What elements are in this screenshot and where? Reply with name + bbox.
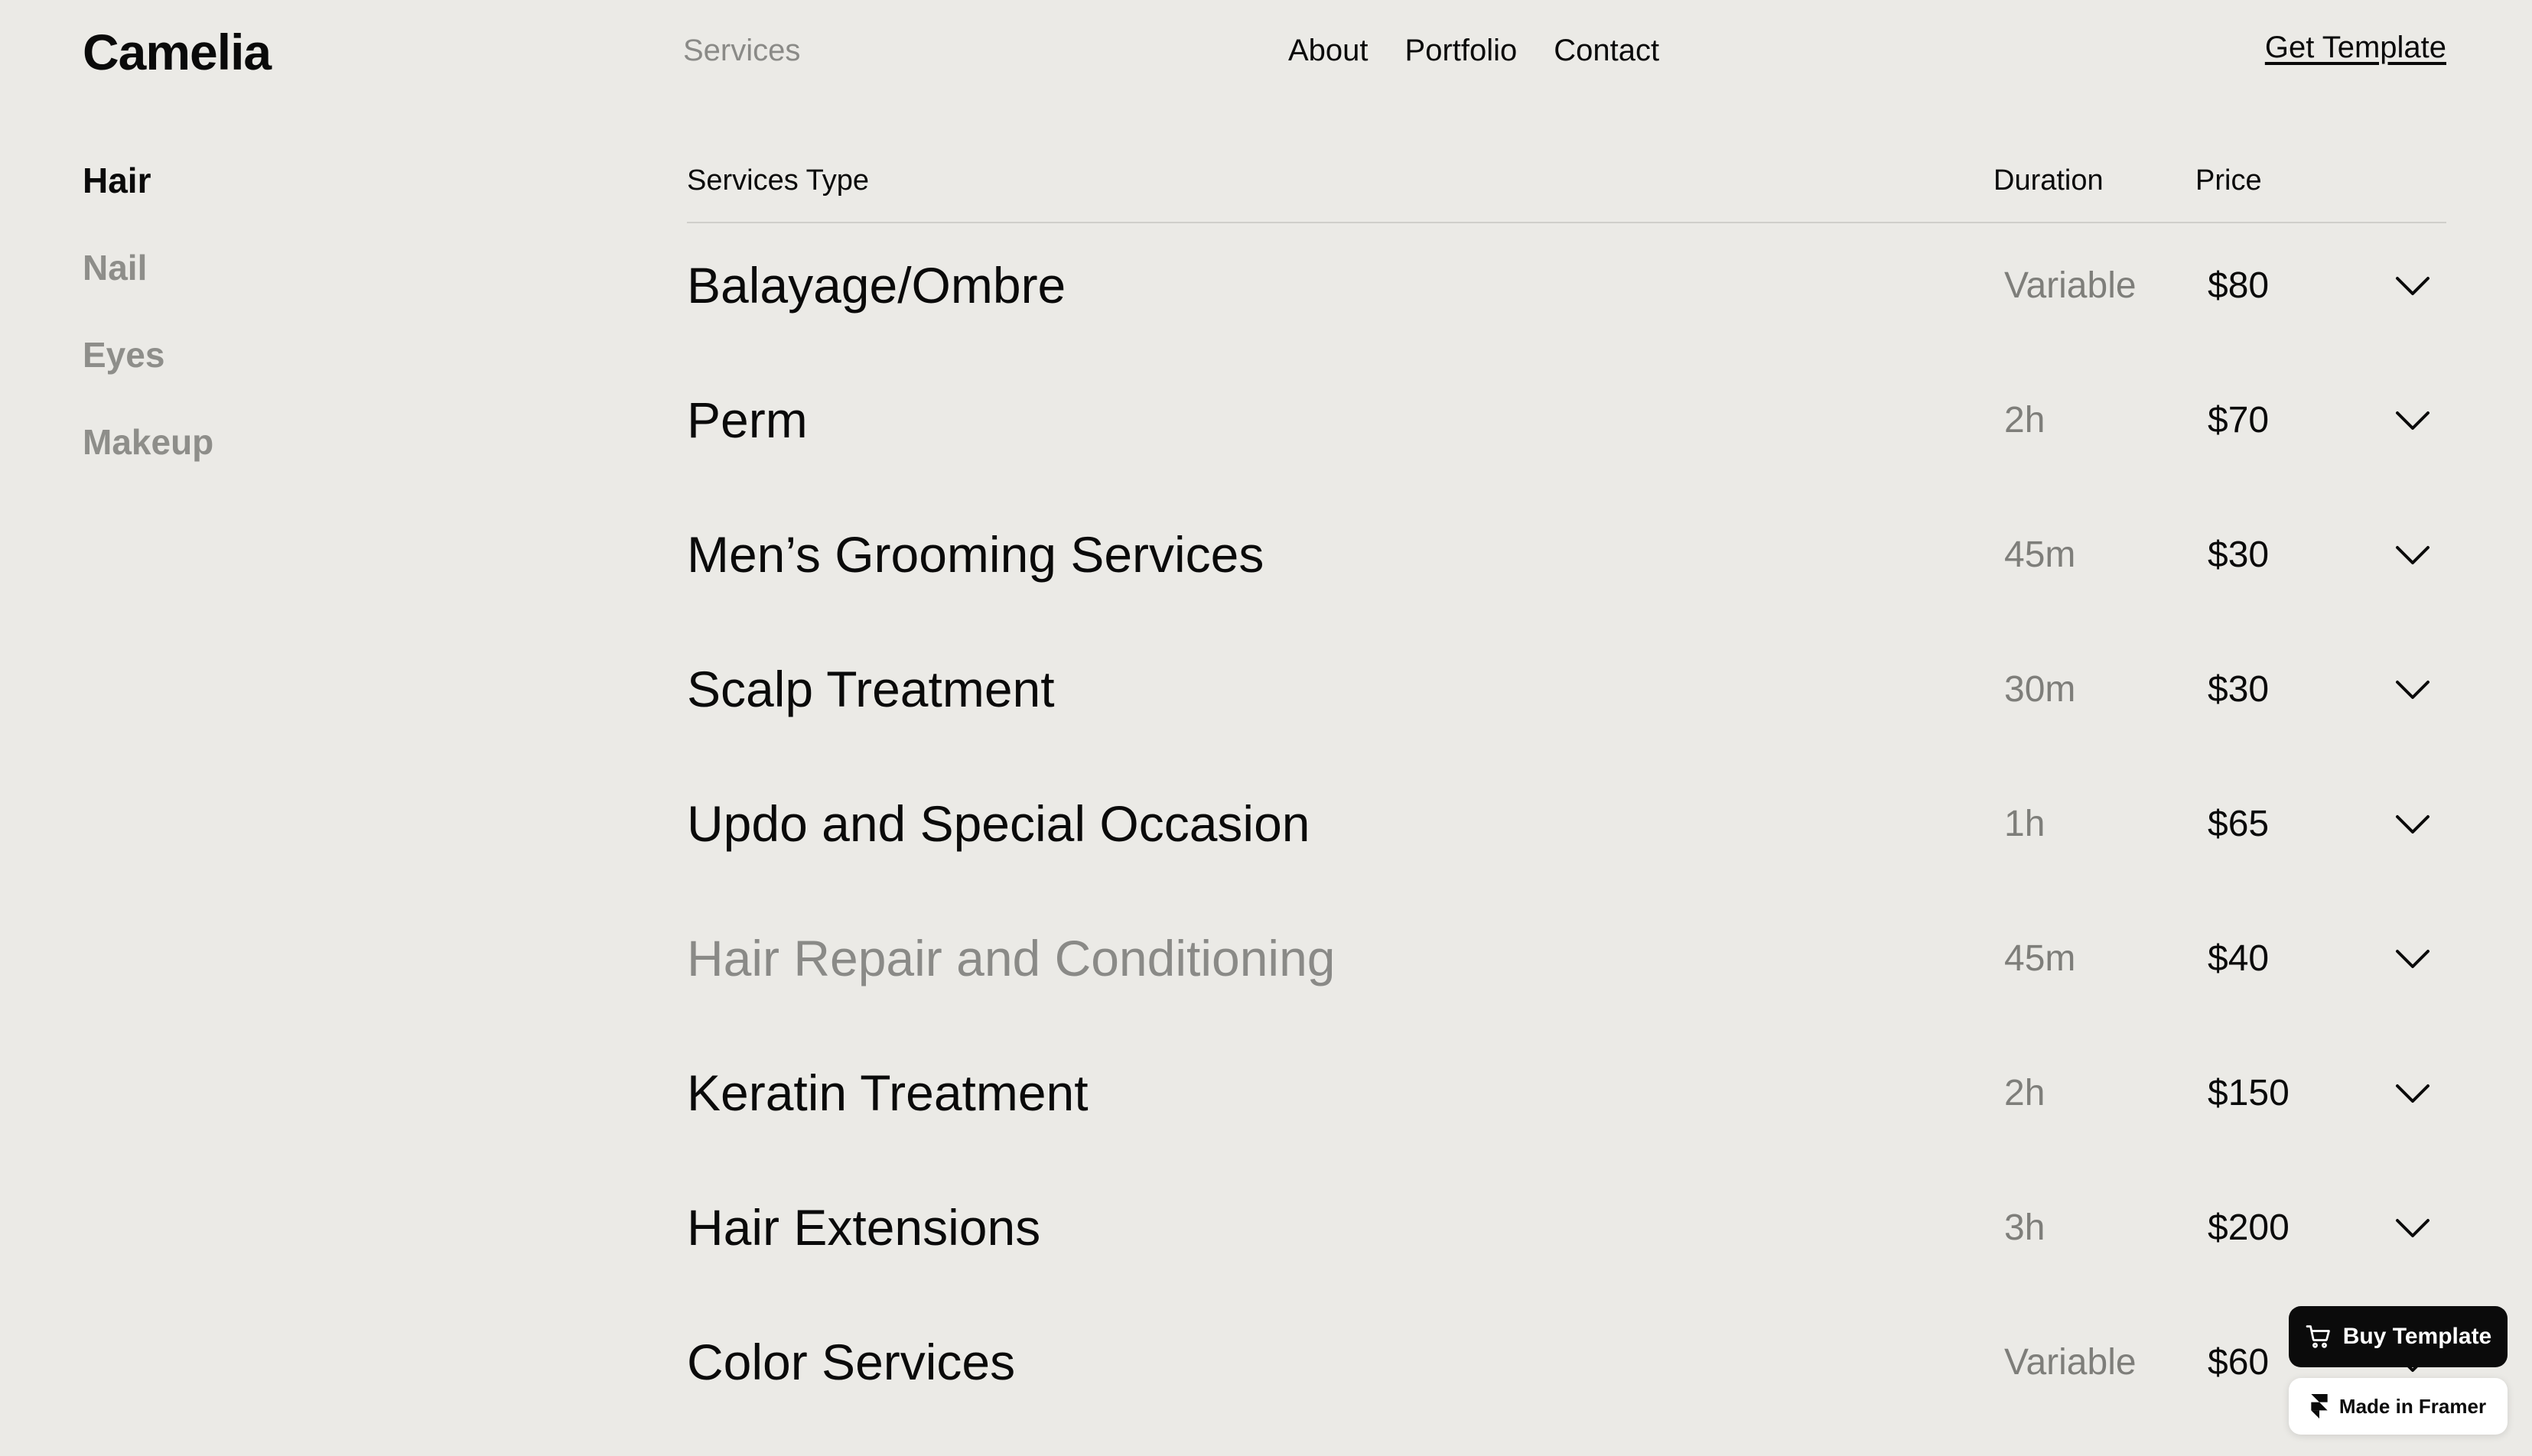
service-duration: 2h	[2004, 400, 2045, 440]
get-template-link[interactable]: Get Template	[2265, 28, 2446, 67]
chevron-down-icon[interactable]	[2391, 399, 2434, 442]
service-duration: 3h	[2004, 1207, 2045, 1248]
service-duration: 45m	[2004, 535, 2076, 575]
service-duration: 2h	[2004, 1073, 2045, 1113]
service-price: $80	[2208, 265, 2270, 306]
sidebar-item-nail[interactable]: Nail	[83, 245, 213, 291]
nav-contact-link[interactable]: Contact	[1554, 31, 1659, 70]
header-services-type: Services Type	[687, 164, 869, 197]
buy-template-label: Buy Template	[2342, 1324, 2492, 1349]
table-header: Services Type Duration Price	[687, 153, 2446, 223]
service-duration: 45m	[2004, 938, 2076, 979]
main-nav: About Portfolio Contact	[1288, 31, 1659, 70]
table-row[interactable]: Hair Repair and Conditioning 45m $40	[687, 896, 2446, 1031]
service-price: $60	[2208, 1342, 2270, 1383]
logo[interactable]: Camelia	[83, 21, 272, 83]
service-name: Balayage/Ombre	[687, 257, 1066, 314]
table-row[interactable]: Hair Extensions 3h $200	[687, 1165, 2446, 1300]
framer-logo-icon	[2311, 1394, 2328, 1419]
chevron-down-icon[interactable]	[2391, 265, 2434, 307]
service-name: Updo and Special Occasion	[687, 795, 1310, 852]
service-name: Color Services	[687, 1334, 1016, 1390]
table-row[interactable]: Color Services Variable $60	[687, 1300, 2446, 1435]
service-price: $150	[2208, 1073, 2290, 1113]
table-row[interactable]: Scalp Treatment 30m $30	[687, 627, 2446, 762]
chevron-down-icon[interactable]	[2391, 938, 2434, 980]
service-name: Hair Extensions	[687, 1199, 1041, 1256]
chevron-down-icon[interactable]	[2391, 668, 2434, 711]
service-name: Perm	[687, 392, 808, 448]
service-name: Keratin Treatment	[687, 1064, 1089, 1121]
service-price: $65	[2208, 804, 2270, 844]
service-price: $200	[2208, 1207, 2290, 1248]
sidebar-item-makeup[interactable]: Makeup	[83, 419, 213, 465]
services-table: Services Type Duration Price Balayage/Om…	[687, 153, 2446, 1435]
nav-services-link[interactable]: Services	[683, 31, 800, 70]
nav-about-link[interactable]: About	[1288, 31, 1369, 70]
header-price: Price	[2195, 164, 2262, 197]
cart-icon	[2306, 1325, 2330, 1348]
chevron-down-icon[interactable]	[2391, 1207, 2434, 1250]
table-row[interactable]: Balayage/Ombre Variable $80	[687, 223, 2446, 358]
service-price: $30	[2208, 669, 2270, 710]
chevron-down-icon[interactable]	[2391, 1072, 2434, 1115]
table-row[interactable]: Updo and Special Occasion 1h $65	[687, 762, 2446, 896]
service-name: Scalp Treatment	[687, 661, 1055, 717]
table-row[interactable]: Men’s Grooming Services 45m $30	[687, 492, 2446, 627]
service-duration: Variable	[2004, 1342, 2137, 1383]
nav-portfolio-link[interactable]: Portfolio	[1405, 31, 1518, 70]
sidebar-item-hair[interactable]: Hair	[83, 158, 213, 203]
service-price: $30	[2208, 535, 2270, 575]
sidebar-item-eyes[interactable]: Eyes	[83, 332, 213, 378]
table-row[interactable]: Keratin Treatment 2h $150	[687, 1031, 2446, 1165]
category-sidebar: Hair Nail Eyes Makeup	[83, 158, 213, 465]
service-name: Men’s Grooming Services	[687, 526, 1264, 583]
chevron-down-icon[interactable]	[2391, 803, 2434, 846]
service-price: $70	[2208, 400, 2270, 440]
service-price: $40	[2208, 938, 2270, 979]
service-duration: 1h	[2004, 804, 2045, 844]
table-row[interactable]: Perm 2h $70	[687, 358, 2446, 492]
service-duration: Variable	[2004, 265, 2137, 306]
service-duration: 30m	[2004, 669, 2076, 710]
buy-template-button[interactable]: Buy Template	[2289, 1306, 2508, 1367]
chevron-down-icon[interactable]	[2391, 534, 2434, 577]
made-in-framer-badge[interactable]: Made in Framer	[2289, 1378, 2508, 1435]
service-name: Hair Repair and Conditioning	[687, 930, 1336, 986]
header-duration: Duration	[1993, 164, 2104, 197]
table-body: Balayage/Ombre Variable $80 Perm 2h $70 Men’s …	[687, 223, 2446, 1435]
made-in-framer-label: Made in Framer	[2338, 1394, 2487, 1418]
